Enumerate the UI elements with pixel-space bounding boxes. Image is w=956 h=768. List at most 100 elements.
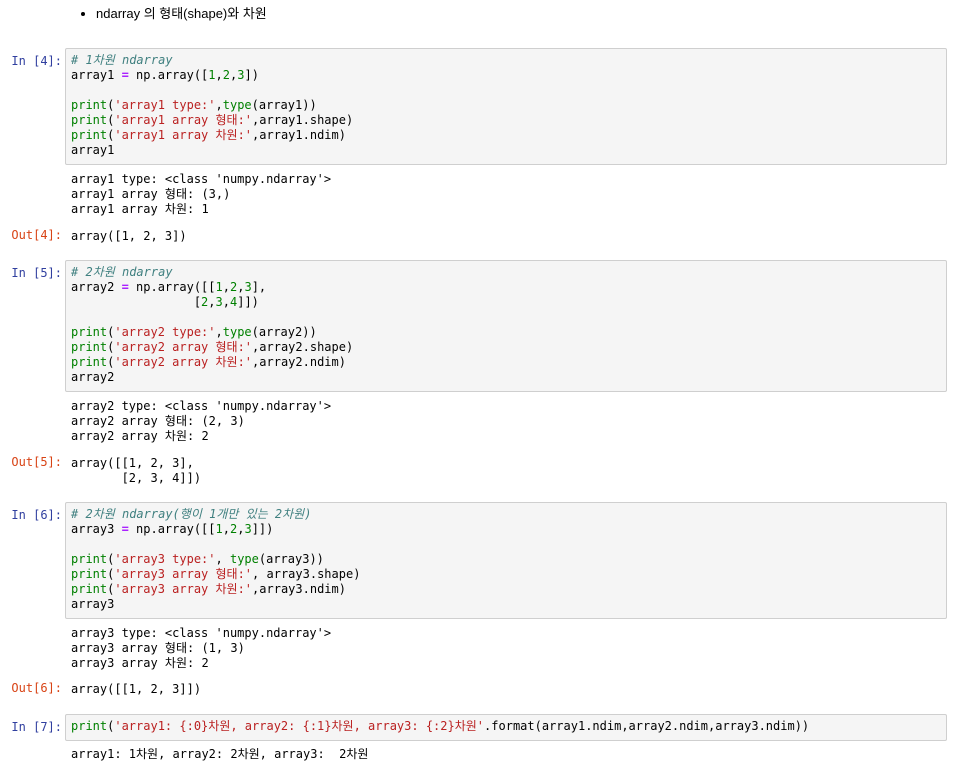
code-comment: # 1차원 ndarray	[71, 53, 173, 67]
code-token: 1	[215, 522, 223, 536]
code-input[interactable]: # 1차원 ndarray array1 = np.array([1,2,3])…	[65, 48, 947, 165]
code-token: [2, 3, 4]])	[71, 471, 202, 485]
code-token: print	[71, 325, 108, 339]
code-line: print('array1: {:0}차원, array2: {:1}차원, a…	[71, 719, 941, 734]
markdown-cell: ndarray 의 형태(shape)와 차원	[0, 0, 956, 23]
code-token: array2 array 형태: (2, 3)	[71, 414, 245, 428]
code-token: 'array1 type:'	[114, 98, 216, 112]
code-input[interactable]: print('array1: {:0}차원, array2: {:1}차원, a…	[65, 714, 947, 741]
code-token: array3 array 형태: (1, 3)	[71, 641, 245, 655]
code-token: ,	[222, 522, 230, 536]
code-token: print	[71, 113, 108, 127]
result-output: array([[1, 2, 3], [2, 3, 4]])	[71, 456, 201, 486]
code-token: array1 array 형태: (3,)	[71, 187, 231, 201]
code-token: print	[71, 128, 108, 142]
code-token: array1: 1차원, array2: 2차원, array3: 2차원	[71, 747, 369, 761]
code-token: 1	[208, 68, 216, 82]
code-token: ,array3.ndim)	[252, 582, 346, 596]
code-token: array3	[71, 522, 122, 536]
result-output: array([1, 2, 3])	[71, 229, 187, 244]
code-token: ])	[244, 68, 259, 82]
code-line: print('array3 array 차원:',array3.ndim)	[71, 582, 941, 597]
code-token: type	[222, 98, 252, 112]
in-prompt: In [5]:	[11, 266, 62, 280]
code-token: (array2))	[251, 325, 317, 339]
code-line: print('array2 array 차원:',array2.ndim)	[71, 355, 941, 370]
code-line: array2 = np.array([[1,2,3],	[71, 280, 941, 295]
code-line: print('array2 type:',type(array2))	[71, 325, 941, 340]
code-input[interactable]: # 2차원 ndarray(행이 1개만 있는 2차원) array3 = np…	[65, 502, 947, 619]
code-token: 'array2 array 차원:'	[114, 355, 253, 369]
code-token: array3	[71, 597, 115, 611]
code-token: array1	[71, 143, 115, 157]
code-line: # 2차원 ndarray	[71, 265, 941, 280]
code-token: print	[71, 340, 108, 354]
code-token: 'array3 array 차원:'	[114, 582, 253, 596]
code-token: 'array2 type:'	[114, 325, 216, 339]
code-token: ],	[251, 280, 267, 294]
code-token: array3 array 차원: 2	[71, 656, 209, 670]
bullet-item: ndarray 의 형태(shape)와 차원	[96, 0, 956, 23]
code-token: .format(array1.ndim,array2.ndim,array3.n…	[484, 719, 810, 733]
code-input[interactable]: # 2차원 ndarray array2 = np.array([[1,2,3]…	[65, 260, 947, 392]
code-token: ,	[215, 98, 223, 112]
code-token: ,	[215, 552, 230, 566]
code-token: array2 array 차원: 2	[71, 429, 209, 443]
stdout-output: array1 type: <class 'numpy.ndarray'> arr…	[71, 172, 331, 217]
code-token: 3	[215, 295, 223, 309]
code-token: array2 type: <class 'numpy.ndarray'>	[71, 399, 332, 413]
code-token: print	[71, 582, 108, 596]
code-line: print('array3 type:', type(array3))	[71, 552, 941, 567]
code-token: =	[121, 68, 129, 82]
code-token: print	[71, 355, 108, 369]
out-prompt: Out[5]:	[11, 455, 62, 469]
code-token: =	[121, 280, 129, 294]
code-token: 'array1 array 차원:'	[114, 128, 253, 142]
code-token: array([[1, 2, 3],	[71, 456, 194, 470]
code-token: np.array([[	[128, 280, 216, 294]
code-token: 3	[244, 522, 252, 536]
code-token: 3	[244, 280, 252, 294]
out-prompt: Out[6]:	[11, 681, 62, 695]
code-line: [2,3,4]])	[71, 295, 941, 310]
code-line: print('array2 array 형태:',array2.shape)	[71, 340, 941, 355]
code-token: np.array([[	[128, 522, 216, 536]
code-token: ,array1.ndim)	[252, 128, 346, 142]
code-token: ,array2.ndim)	[252, 355, 346, 369]
code-token: array1 type: <class 'numpy.ndarray'>	[71, 172, 332, 186]
in-prompt: In [4]:	[11, 54, 62, 68]
code-line: # 2차원 ndarray(행이 1개만 있는 2차원)	[71, 507, 941, 522]
code-token: 2	[222, 68, 230, 82]
code-token: 1	[215, 280, 223, 294]
out-prompt: Out[4]:	[11, 228, 62, 242]
code-line: print('array1 array 차원:',array1.ndim)	[71, 128, 941, 143]
code-token: 'array3 array 형태:'	[114, 567, 253, 581]
in-prompt: In [6]:	[11, 508, 62, 522]
code-token: ,	[208, 295, 216, 309]
code-token: array2	[71, 370, 115, 384]
code-token: ,	[222, 295, 230, 309]
code-line: print('array1 array 형태:',array1.shape)	[71, 113, 941, 128]
code-token: ,array1.shape)	[252, 113, 354, 127]
code-line: # 1차원 ndarray	[71, 53, 941, 68]
code-token: 'array1: {:0}차원, array2: {:1}차원, array3:…	[114, 719, 485, 733]
stdout-output: array3 type: <class 'numpy.ndarray'> arr…	[71, 626, 331, 671]
code-token: ]])	[251, 522, 274, 536]
code-token: ,array2.shape)	[252, 340, 354, 354]
code-token: array3 type: <class 'numpy.ndarray'>	[71, 626, 332, 640]
code-token: ,	[215, 325, 223, 339]
stdout-output: array2 type: <class 'numpy.ndarray'> arr…	[71, 399, 331, 444]
code-token: (array1))	[251, 98, 317, 112]
code-token: # 2차원 ndarray	[71, 265, 173, 279]
code-token: array1 array 차원: 1	[71, 202, 209, 216]
code-token: # 2차원 ndarray(행이 1개만 있는 2차원)	[71, 507, 312, 521]
code-line: array3 = np.array([[1,2,3]])	[71, 522, 941, 537]
code-token: , array3.shape)	[252, 567, 361, 581]
code-line: array1 = np.array([1,2,3])	[71, 68, 941, 83]
code-token: 'array1 array 형태:'	[114, 113, 253, 127]
in-prompt: In [7]:	[11, 720, 62, 734]
code-token: array([[1, 2, 3]])	[71, 682, 202, 696]
code-token: type	[222, 325, 252, 339]
